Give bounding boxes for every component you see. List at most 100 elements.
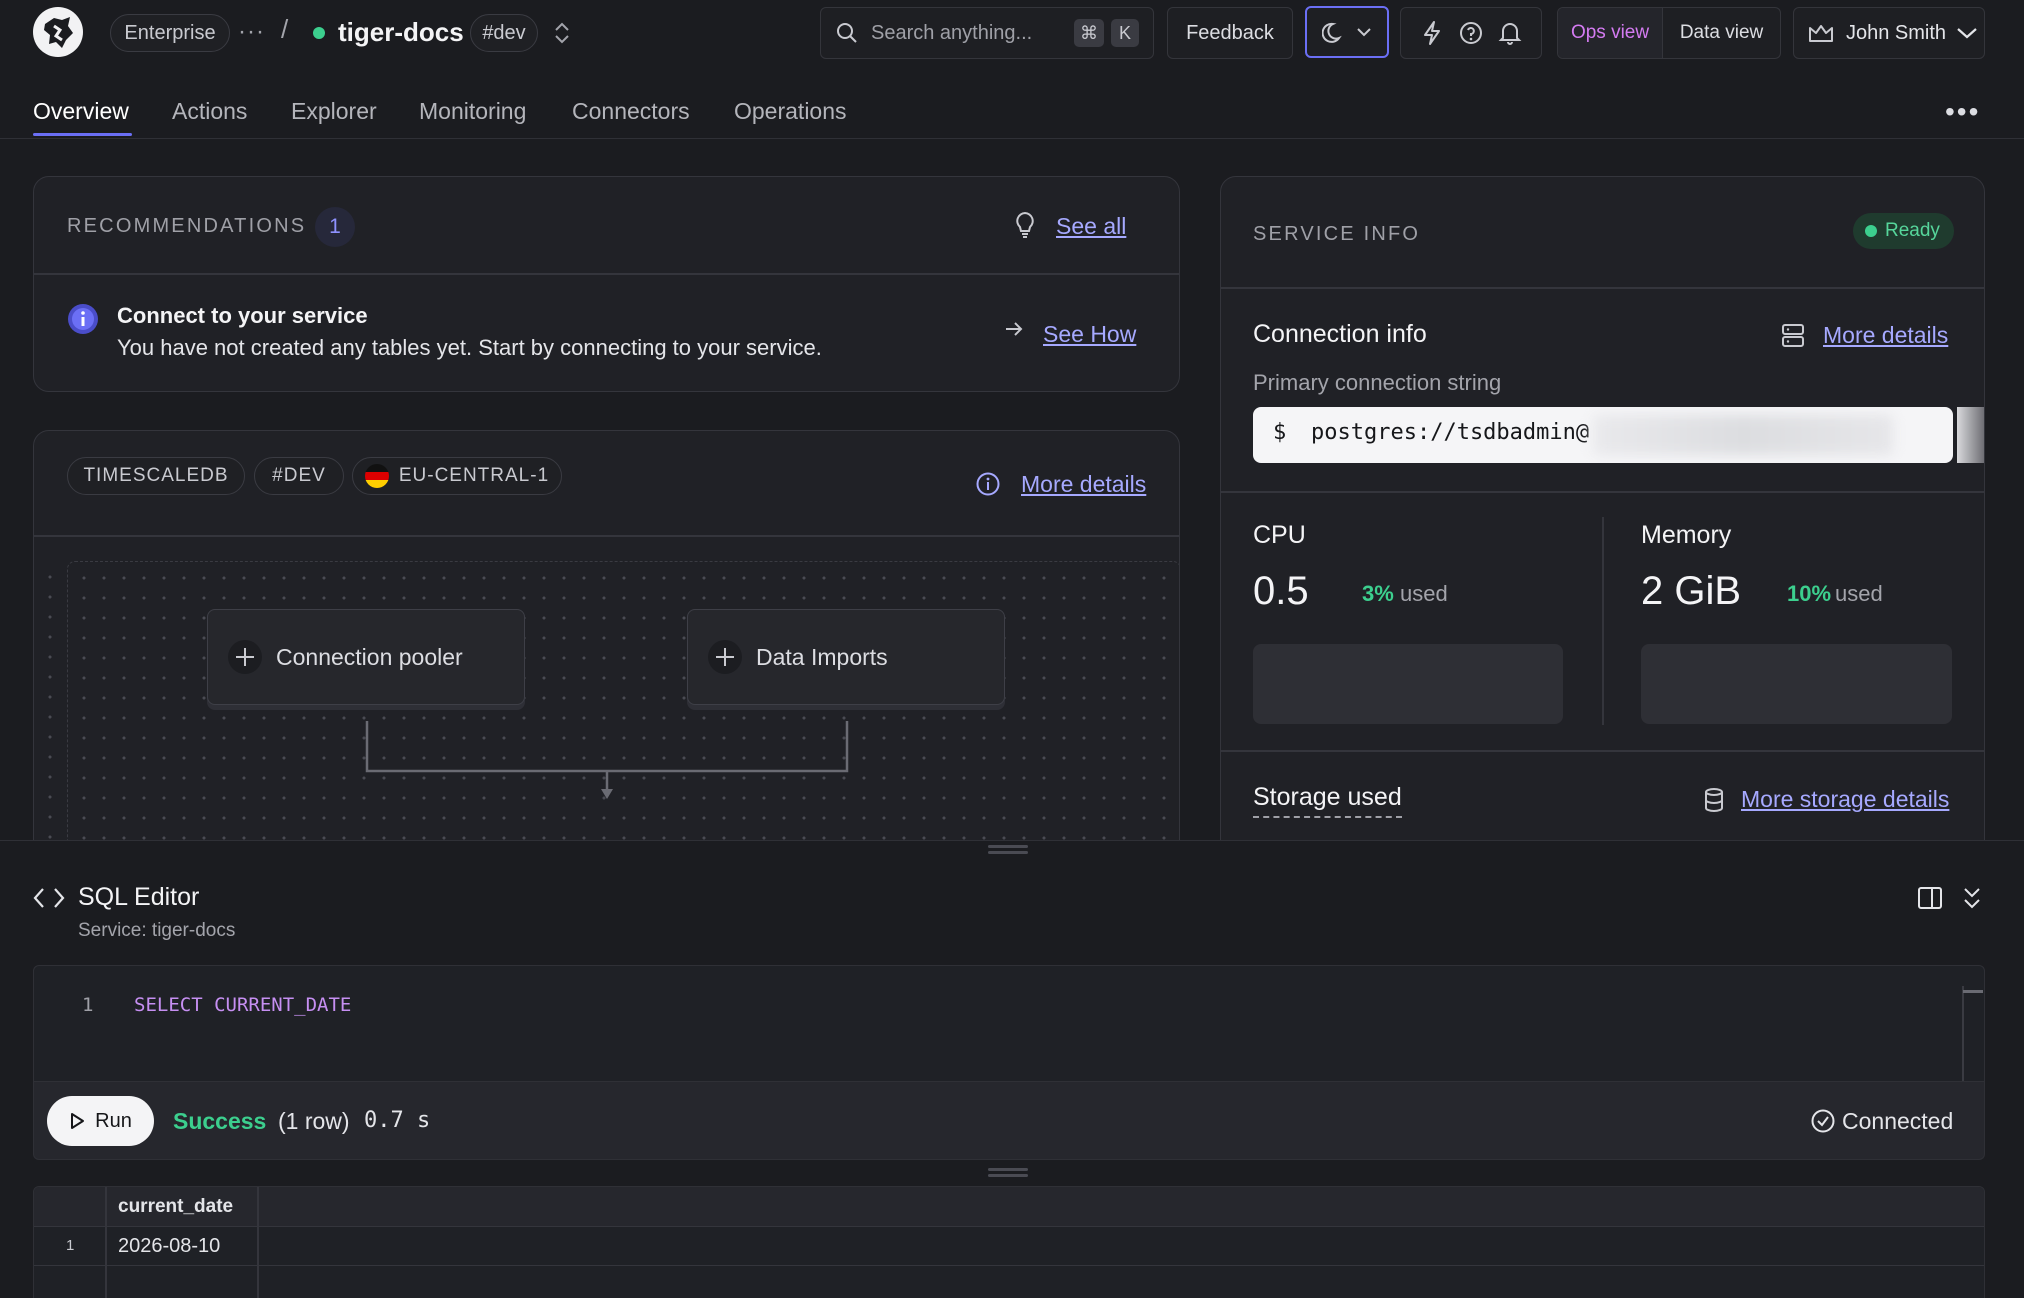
connection-string-field[interactable]: $ postgres://tsdbadmin@ (1253, 407, 1953, 463)
cpu-percent: 3% (1362, 581, 1394, 606)
memory-used-label: used (1835, 581, 1883, 606)
lightbulb-icon (1016, 211, 1034, 238)
results-header-row (34, 1187, 1984, 1227)
theme-toggle[interactable] (1305, 6, 1389, 58)
field-fade (1957, 407, 1984, 463)
cpu-label: CPU (1253, 521, 1306, 549)
search-box[interactable]: Search anything... ⌘ K (820, 7, 1154, 59)
connector-lines (365, 721, 849, 799)
primary-connection-label: Primary connection string (1253, 370, 1502, 395)
play-icon (71, 1113, 85, 1129)
editor-scrollbar[interactable] (1963, 990, 1983, 993)
crown-icon (1809, 25, 1833, 42)
run-label: Run (95, 1109, 132, 1132)
tag-database: TIMESCALEDB (67, 457, 245, 495)
line-number: 1 (82, 994, 94, 1016)
breadcrumb-separator: / (281, 14, 289, 44)
add-icon (228, 640, 262, 674)
ops-view-button[interactable]: Ops view (1558, 8, 1664, 58)
table-row (34, 1227, 1984, 1266)
data-imports-label: Data Imports (756, 643, 888, 670)
lightning-icon[interactable] (1420, 20, 1444, 46)
add-icon (708, 640, 742, 674)
server-icon (1782, 324, 1804, 347)
storage-details-link[interactable]: More storage details (1741, 786, 1949, 813)
sql-query: SELECT CURRENT_DATE (134, 994, 352, 1016)
status-label: Ready (1885, 220, 1940, 241)
org-label: Enterprise (124, 21, 216, 44)
service-info-title: SERVICE INFO (1253, 223, 1421, 245)
org-selector[interactable]: Enterprise (110, 14, 230, 52)
shortcut-cmd-key: ⌘ (1074, 19, 1104, 47)
see-all-link[interactable]: See all (1056, 213, 1126, 240)
run-button[interactable]: Run (47, 1096, 154, 1146)
code-editor[interactable]: 1 SELECT CURRENT_DATE (33, 965, 1985, 1082)
tabs-overflow-menu[interactable]: ••• (1945, 96, 1980, 128)
user-name: John Smith (1846, 21, 1947, 44)
active-tab-indicator (33, 133, 132, 136)
panel-resize-handle-line (988, 851, 1028, 854)
shell-prompt: $ (1273, 420, 1287, 445)
results-resize-handle[interactable] (988, 1168, 1028, 1171)
user-menu[interactable]: John Smith (1793, 7, 1985, 59)
connection-more-details-link[interactable]: More details (1823, 322, 1948, 349)
feedback-label: Feedback (1186, 21, 1274, 44)
data-imports-node[interactable]: Data Imports (687, 609, 1005, 705)
connection-pooler-node[interactable]: Connection pooler (207, 609, 525, 705)
service-overview-card: TIMESCALEDB #DEV EU-CENTRAL-1 More detai… (33, 430, 1180, 870)
redacted-credentials (1593, 415, 1893, 455)
tab-operations[interactable]: Operations (734, 98, 847, 125)
tab-actions[interactable]: Actions (172, 98, 247, 125)
tab-explorer[interactable]: Explorer (291, 98, 377, 125)
results-table: current_date 1 2026-08-10 (33, 1186, 1985, 1298)
tab-overview[interactable]: Overview (33, 98, 129, 125)
query-status: Success (173, 1108, 267, 1134)
row-index: 1 (66, 1237, 75, 1254)
cpu-usage-chart (1253, 644, 1563, 724)
info-outline-icon (976, 472, 1000, 496)
recommendation-title: Connect to your service (117, 303, 368, 328)
shortcut-k-key: K (1111, 19, 1139, 47)
quick-actions-group (1400, 7, 1542, 59)
column-header-current-date[interactable]: current_date (118, 1196, 233, 1218)
editor-scrollbar-track (1962, 986, 1964, 1081)
status-badge: Ready (1853, 213, 1954, 249)
info-icon (68, 304, 98, 334)
view-toggle: Ops view Data view (1557, 7, 1781, 59)
help-icon[interactable] (1458, 20, 1484, 46)
tab-monitoring[interactable]: Monitoring (419, 98, 526, 125)
cpu-used-label: used (1400, 581, 1448, 606)
panel-resize-handle[interactable] (988, 845, 1028, 848)
tab-connectors[interactable]: Connectors (572, 98, 690, 125)
bell-icon[interactable] (1498, 20, 1522, 46)
data-view-button[interactable]: Data view (1663, 8, 1780, 58)
connection-info-title: Connection info (1253, 320, 1427, 348)
search-icon (837, 23, 857, 43)
search-input[interactable]: Search anything... (871, 22, 1032, 45)
tag-region-label: EU-CENTRAL-1 (398, 465, 550, 486)
cell-current-date[interactable]: 2026-08-10 (118, 1235, 220, 1258)
memory-value: 2 GiB (1641, 569, 1742, 613)
tiger-logo[interactable] (32, 6, 84, 58)
query-row-count: (1 row) (278, 1108, 350, 1134)
collapse-icon[interactable] (1962, 886, 1982, 910)
tag-env: #DEV (254, 457, 344, 495)
memory-percent: 10% (1787, 581, 1832, 606)
see-how-link[interactable]: See How (1043, 321, 1136, 348)
storage-used-label: Storage used (1253, 783, 1402, 818)
service-switcher-icon[interactable] (551, 20, 573, 46)
tag-env-label: #DEV (272, 465, 326, 486)
env-tag: #dev (470, 14, 538, 52)
divider (1221, 287, 1984, 289)
feedback-button[interactable]: Feedback (1167, 7, 1293, 59)
architecture-canvas (67, 561, 1179, 869)
query-duration: 0.7 s (364, 1108, 431, 1133)
more-menu-button[interactable]: ··· (238, 18, 265, 46)
service-more-details-link[interactable]: More details (1021, 471, 1146, 498)
service-name[interactable]: tiger-docs (338, 17, 464, 48)
germany-flag-icon (364, 464, 389, 488)
status-dot (1865, 225, 1877, 237)
connection-pooler-label: Connection pooler (276, 643, 463, 670)
recommendations-title: RECOMMENDATIONS (67, 215, 307, 237)
split-panel-icon[interactable] (1917, 886, 1943, 910)
